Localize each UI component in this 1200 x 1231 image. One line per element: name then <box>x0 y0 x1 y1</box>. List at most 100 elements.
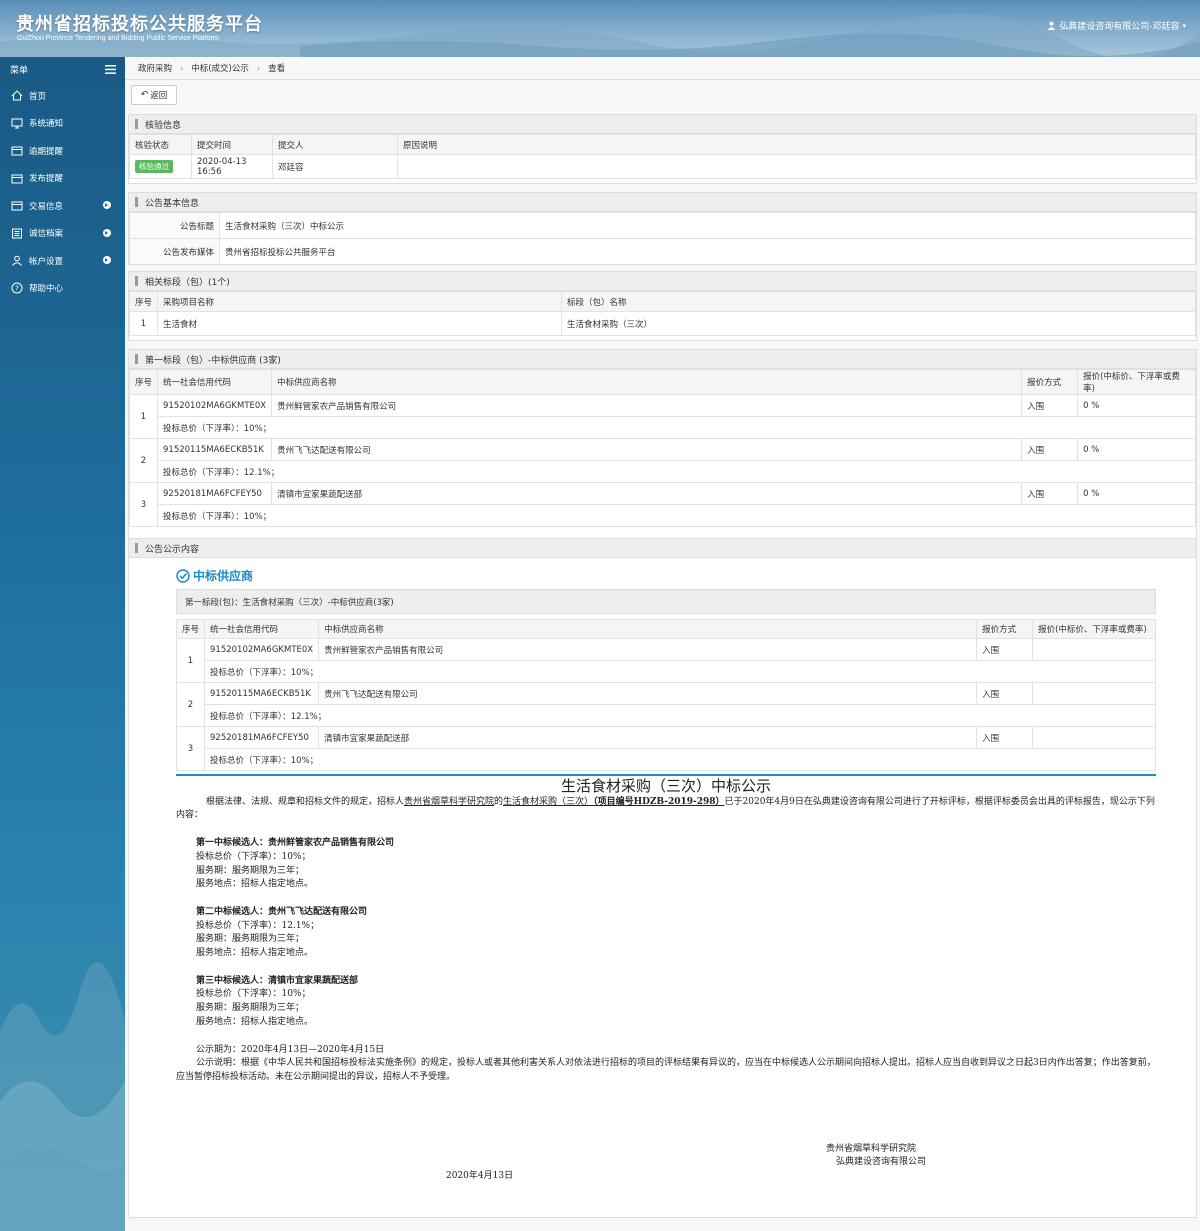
chevron-right-icon: › <box>256 63 261 73</box>
column-header: 报价方式 <box>1021 369 1079 395</box>
candidate-line: 服务地点：招标人指定地点。 <box>196 1016 314 1027</box>
back-button[interactable]: ↶ 返回 <box>131 85 177 105</box>
column-header: 统一社会信用代码 <box>156 369 273 395</box>
site-title: 贵州省招标投标公共服务平台 <box>16 14 263 35</box>
sidebar-item-help[interactable]: ? 帮助中心 <box>0 275 125 303</box>
candidate-line: 服务期：服务期限为三年； <box>196 1003 305 1014</box>
notice-suppliers-box: 第一标段(包)：生活食材采购（三次）-中标供应商(3家) 序号 统一社会信用代码… <box>176 589 1156 771</box>
column-header: 原因说明 <box>397 134 1196 155</box>
table-cell <box>1032 638 1156 661</box>
sidebar-item-label: 系统通知 <box>29 119 64 130</box>
table-cell: 1 <box>129 394 158 439</box>
table-cell: 入围 <box>1021 482 1079 505</box>
table-row: 1 91520102MA6GKMTE0X 贵州鲜管家农产品销售有限公司 入围 <box>176 638 1156 683</box>
column-header: 采购项目名称 <box>157 291 562 312</box>
table-cell: 生活食材采购（三次） <box>561 311 1196 336</box>
basic-info-panel: 公告基本信息 公告标题 生活食材采购（三次）中标公示 公告发布媒体 贵州省招标投… <box>128 192 1197 265</box>
notice-sub-title: 第一标段(包)：生活食材采购（三次）-中标供应商(3家) <box>176 589 1156 614</box>
table-row: 投标总价（下浮率）：10%； <box>130 416 1196 439</box>
page-header: 贵州省招标投标公共服务平台 GuiZhou Province Tendering… <box>0 0 1200 57</box>
table-cell: 0 % <box>1077 438 1196 461</box>
field-value: 贵州省招标投标公共服务平台 <box>219 238 1196 265</box>
help-icon: ? <box>10 281 24 295</box>
signature-agency: 弘典建设咨询有限公司 <box>836 1157 927 1168</box>
sidebar-item-overdue[interactable]: 逾期提醒 <box>0 137 125 165</box>
panel-title: 相关标段（包）(1个) <box>129 272 1196 291</box>
candidate-line: 服务期：服务期限为三年； <box>196 865 305 876</box>
chevron-right-icon <box>103 256 111 264</box>
table-cell <box>1032 682 1156 705</box>
table-cell: 92520181MA6FCFEY50 <box>203 726 320 749</box>
intro-project: 生活食材采购（三次） <box>503 796 594 807</box>
sidebar-item-publish[interactable]: 发布提醒 <box>0 165 125 193</box>
table-row: 投标总价（下浮率）：12.1%； <box>177 704 1156 727</box>
sidebar-item-account[interactable]: 帐户设置 <box>0 247 125 275</box>
table-cell: 清镇市宜家果蔬配送部 <box>318 726 978 749</box>
breadcrumb-item: 查看 <box>268 64 286 74</box>
notice-heading: 中标供应商 <box>176 567 253 584</box>
candidate-line: 服务地点：招标人指定地点。 <box>196 948 314 959</box>
chevron-right-icon: › <box>180 63 184 73</box>
user-menu[interactable]: 弘典建设咨询有限公司-邓廷容 ▾ <box>1047 19 1186 32</box>
user-icon <box>1048 21 1056 30</box>
calendar-icon <box>10 144 24 158</box>
breadcrumb-item[interactable]: 政府采购 <box>138 62 172 74</box>
back-arrow-icon: ↶ <box>140 90 149 100</box>
sections-panel: 相关标段（包）(1个) 序号 采购项目名称 标段（包）名称 1 生活食材 生活食… <box>128 271 1197 341</box>
person-cell: 邓廷容 <box>272 154 398 179</box>
table-cell <box>1032 726 1156 749</box>
table-cell: 生活食材 <box>157 311 562 336</box>
table-row: 3 92520181MA6FCFEY50 清镇市宜家果蔬配送部 入围 0 % <box>129 482 1196 527</box>
sidebar-landscape <box>0 962 125 1231</box>
table-cell: 贵州飞飞达配送有限公司 <box>271 438 1023 461</box>
panel-title: 公告基本信息 <box>129 193 1196 212</box>
sidebar-item-credit[interactable]: 诚信档案 <box>0 220 125 248</box>
column-header: 标段（包）名称 <box>561 291 1196 312</box>
table-row: 投标总价（下浮率）：12.1%； <box>130 460 1196 483</box>
site-subtitle: GuiZhou Province Tendering and Bidding P… <box>17 35 219 42</box>
table-cell: 91520102MA6GKMTE0X <box>203 638 320 661</box>
breadcrumb-item[interactable]: 中标(成交)公示 <box>191 62 249 74</box>
notice-suppliers-table: 序号 统一社会信用代码 中标供应商名称 报价方式 报价(中标价、下浮率或费率) … <box>176 619 1156 771</box>
panel-title: 核验信息 <box>129 115 1196 134</box>
column-header: 提交人 <box>272 134 398 155</box>
main-content: 政府采购 › 中标(成交)公示 › 查看 ↶ 返回 核验信息 核验状态 提交时间… <box>125 57 1200 1231</box>
table-cell: 投标总价（下浮率）：10%； <box>157 416 1196 439</box>
breadcrumb: 政府采购 › 中标(成交)公示 › 查看 <box>130 57 285 79</box>
sidebar-title: 菜单 <box>10 66 29 76</box>
table-cell: 92520181MA6FCFEY50 <box>156 482 273 505</box>
column-header: 中标供应商名称 <box>318 619 978 639</box>
candidate-block: 第三中标候选人：清镇市宜家果蔬配送部 投标总价（下浮率）：10%； 服务期：服务… <box>176 975 1156 1030</box>
candidate-block: 第一中标候选人：贵州鲜管家农产品销售有限公司 投标总价（下浮率）：10%； 服务… <box>176 837 1156 892</box>
sidebar-item-label: 交易信息 <box>29 201 64 212</box>
signature-org: 贵州省烟草科学研究院 <box>826 1143 917 1154</box>
sidebar-item-trade[interactable]: 交易信息 <box>0 192 125 220</box>
candidate-line: 服务地点：招标人指定地点。 <box>196 879 314 890</box>
user-name: 弘典建设咨询有限公司-邓廷容 <box>1059 22 1180 32</box>
column-header: 中标供应商名称 <box>271 369 1023 395</box>
field-value: 生活食材采购（三次）中标公示 <box>219 212 1196 239</box>
monitor-icon <box>10 116 24 130</box>
calendar-icon <box>10 171 24 185</box>
sidebar-item-home[interactable]: 首页 <box>0 82 125 110</box>
panel-title: 公告公示内容 <box>129 539 1196 558</box>
reason-cell <box>397 154 1196 179</box>
table-cell: 入围 <box>976 638 1034 661</box>
list-icon <box>10 226 24 240</box>
sidebar-item-notices[interactable]: 系统通知 <box>0 110 125 138</box>
column-header: 报价(中标价、下浮率或费率) <box>1077 369 1196 395</box>
sidebar-item-label: 帮助中心 <box>29 284 64 295</box>
table-row: 2 91520115MA6ECKB51K 贵州飞飞达配送有限公司 入围 <box>176 682 1156 727</box>
column-header: 核验状态 <box>129 134 192 155</box>
article-title: 生活食材采购（三次）中标公示 <box>560 777 771 795</box>
notice-heading-text: 中标供应商 <box>193 569 254 583</box>
candidate-head: 第二中标候选人：贵州飞飞达配送有限公司 <box>196 906 368 917</box>
candidate-block: 第二中标候选人：贵州飞飞达配送有限公司 投标总价（下浮率）：12.1%； 服务期… <box>176 906 1156 961</box>
hamburger-icon[interactable] <box>105 65 116 74</box>
table-cell: 2 <box>176 682 205 727</box>
table-cell: 入围 <box>1021 394 1079 417</box>
candidate-line: 投标总价（下浮率）：10%； <box>196 851 311 862</box>
sidebar-item-label: 逾期提醒 <box>29 146 64 157</box>
column-header: 序号 <box>176 619 205 639</box>
table-row: 投标总价（下浮率）：10%； <box>177 748 1156 771</box>
